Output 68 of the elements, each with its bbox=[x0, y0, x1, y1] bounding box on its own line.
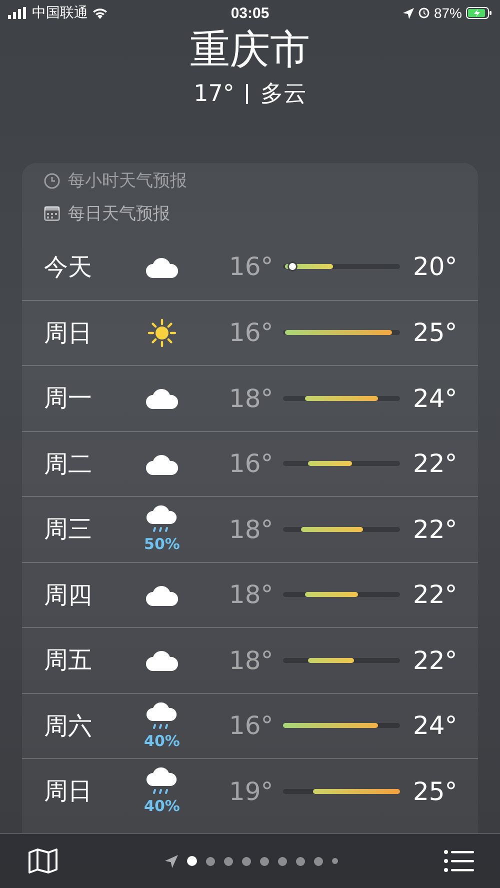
high-temperature: 22° bbox=[413, 514, 456, 544]
temperature-range-fill bbox=[308, 658, 354, 663]
low-temperature: 18° bbox=[229, 646, 274, 675]
high-temperature: 25° bbox=[413, 318, 456, 348]
page-dot[interactable] bbox=[296, 856, 304, 866]
high-temperature: 22° bbox=[413, 580, 456, 610]
low-temperature: 18° bbox=[229, 384, 274, 413]
high-temperature: 24° bbox=[413, 711, 456, 740]
day-name: 周二 bbox=[44, 448, 93, 480]
temperature-range-fill bbox=[308, 461, 352, 466]
high-temperature: 22° bbox=[413, 449, 456, 478]
page-dot[interactable] bbox=[260, 856, 268, 866]
location-arrow-icon[interactable] bbox=[164, 854, 178, 868]
battery-charging-icon bbox=[466, 7, 492, 19]
day-name: 周日 bbox=[44, 776, 93, 808]
page-dot[interactable] bbox=[224, 856, 232, 866]
day-name: 周三 bbox=[44, 514, 93, 546]
precipitation-chance: 40% bbox=[144, 732, 180, 750]
map-button[interactable] bbox=[28, 848, 58, 874]
alarm-icon bbox=[418, 7, 430, 19]
low-temperature: 16° bbox=[229, 449, 274, 478]
low-temperature: 19° bbox=[229, 776, 274, 806]
day-name: 今天 bbox=[44, 252, 93, 283]
day-name: 周日 bbox=[44, 318, 93, 349]
rain-cloud-icon bbox=[146, 702, 178, 732]
high-temperature: 25° bbox=[413, 776, 456, 806]
section-title: 每日天气预报 bbox=[68, 203, 170, 225]
section-title: 每小时天气预报 bbox=[68, 170, 187, 192]
page-dot[interactable] bbox=[332, 858, 338, 864]
low-temperature: 18° bbox=[229, 514, 274, 544]
calendar-icon bbox=[44, 206, 60, 221]
battery-percent: 87% bbox=[434, 5, 462, 21]
cloud-icon bbox=[145, 584, 179, 606]
high-temperature: 20° bbox=[413, 252, 456, 282]
page-dot[interactable] bbox=[242, 856, 250, 866]
day-name: 周四 bbox=[44, 580, 93, 611]
low-temperature: 16° bbox=[229, 711, 274, 740]
cloud-icon bbox=[145, 256, 179, 278]
sun-icon bbox=[147, 318, 177, 348]
precipitation-chance: 50% bbox=[144, 535, 180, 554]
cloud-icon bbox=[145, 452, 179, 475]
location-arrow-icon bbox=[402, 8, 414, 18]
signal-icon bbox=[8, 7, 28, 19]
cloud-icon bbox=[145, 649, 179, 672]
clock-icon bbox=[44, 172, 60, 188]
page-dot[interactable] bbox=[206, 856, 214, 866]
low-temperature: 16° bbox=[229, 252, 274, 282]
page-dot[interactable] bbox=[186, 856, 196, 866]
wifi-icon bbox=[92, 7, 108, 19]
day-name: 周一 bbox=[44, 383, 93, 414]
current-temperature: 17° bbox=[194, 80, 234, 106]
temperature-range-fill bbox=[305, 592, 358, 598]
page-dot[interactable] bbox=[314, 856, 322, 866]
low-temperature: 18° bbox=[229, 580, 274, 610]
list-button[interactable] bbox=[444, 850, 474, 872]
cloud-icon bbox=[145, 387, 179, 410]
high-temperature: 22° bbox=[413, 646, 456, 675]
temperature-range-fill bbox=[300, 526, 363, 532]
page-dot[interactable] bbox=[278, 856, 286, 866]
high-temperature: 24° bbox=[413, 384, 456, 413]
day-name: 周五 bbox=[44, 645, 93, 676]
city-name: 重庆市 bbox=[190, 26, 310, 74]
day-name: 周六 bbox=[44, 710, 93, 742]
weather-condition: 多云 bbox=[260, 80, 306, 109]
carrier-name: 中国联通 bbox=[32, 4, 88, 22]
precipitation-chance: 40% bbox=[144, 797, 180, 816]
low-temperature: 16° bbox=[229, 318, 274, 348]
clock-time: 03:05 bbox=[230, 4, 270, 22]
